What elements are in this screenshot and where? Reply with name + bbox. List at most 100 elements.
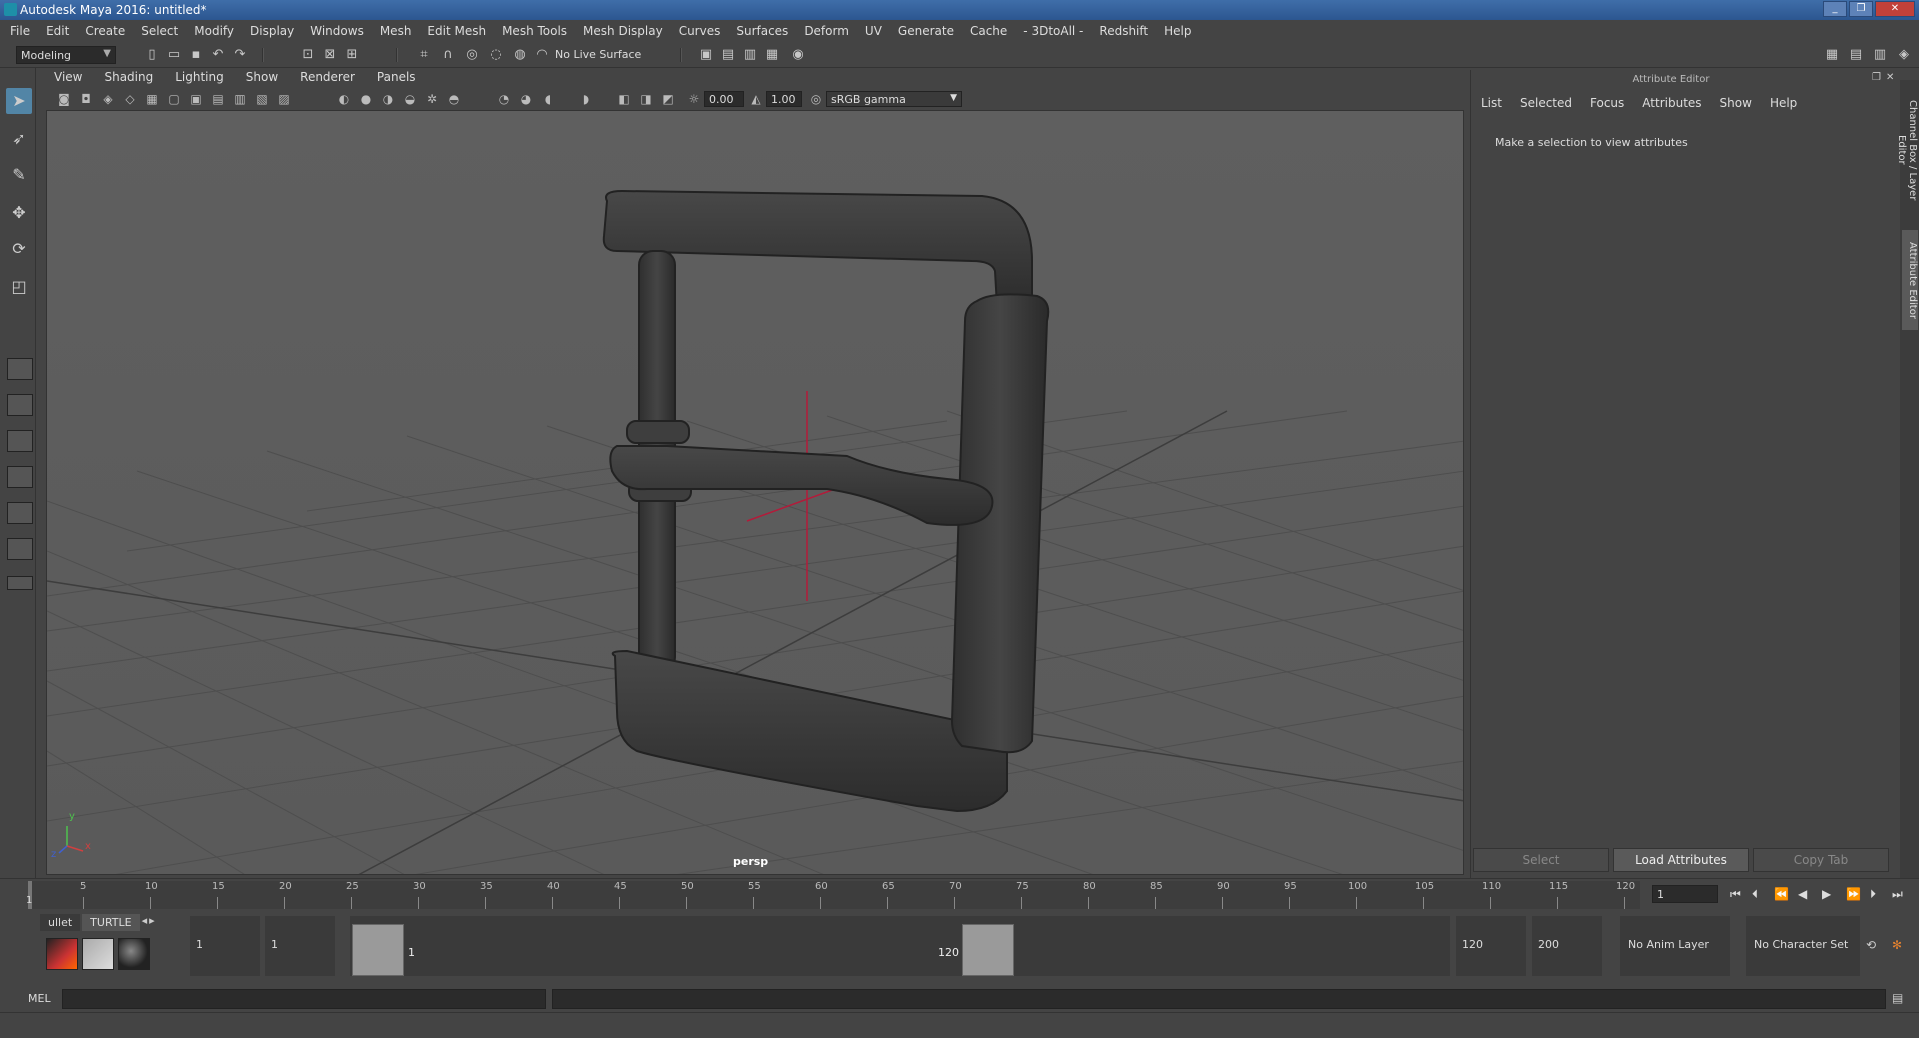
exposure-icon[interactable]: ☼ (686, 91, 702, 107)
copy-tab-button[interactable]: Copy Tab (1753, 848, 1889, 872)
menu-curves[interactable]: Curves (679, 24, 721, 38)
isolate-select-icon[interactable]: ◗ (578, 91, 594, 107)
render-view-icon[interactable]: ▣ (698, 48, 714, 62)
color-management-icon[interactable]: ◎ (808, 91, 824, 107)
menu-uv[interactable]: UV (865, 24, 882, 38)
viewport-menu-show[interactable]: Show (246, 70, 278, 88)
open-scene-icon[interactable]: ▭ (166, 48, 182, 62)
ipr-render-icon[interactable]: ▥ (742, 48, 758, 62)
step-forward-key-icon[interactable]: ⏩ (1846, 887, 1861, 901)
image-plane-icon[interactable]: ◇ (122, 91, 138, 107)
gamma-field[interactable]: 1.00 (766, 91, 802, 107)
menu-redshift[interactable]: Redshift (1099, 24, 1148, 38)
menu-help[interactable]: Help (1164, 24, 1191, 38)
persp-outliner-layout-icon[interactable] (7, 430, 33, 452)
safe-action-icon[interactable]: ▧ (254, 91, 270, 107)
step-back-frame-icon[interactable]: ⏴ (1752, 887, 1758, 902)
menu-mesh-display[interactable]: Mesh Display (583, 24, 663, 38)
go-to-end-icon[interactable]: ⏭ (1892, 887, 1903, 902)
anti-aliasing-icon[interactable]: ◖ (540, 91, 556, 107)
minimize-button[interactable]: _ (1823, 1, 1847, 17)
play-forwards-icon[interactable]: ▶ (1822, 887, 1831, 901)
shelf-tab-bullet[interactable]: ullet (40, 914, 81, 931)
menu-file[interactable]: File (10, 24, 30, 38)
menu-deform[interactable]: Deform (804, 24, 849, 38)
character-set-dropdown[interactable]: No Character Set (1746, 916, 1860, 976)
gate-mask-icon[interactable]: ▤ (210, 91, 226, 107)
attr-menu-list[interactable]: List (1481, 96, 1502, 110)
attr-menu-focus[interactable]: Focus (1590, 96, 1624, 110)
redo-icon[interactable]: ↷ (232, 48, 248, 62)
float-panel-icon[interactable]: ❐ (1872, 72, 1881, 83)
scene-start-field[interactable]: 1 (190, 916, 260, 976)
perspective-viewport[interactable]: y x z (46, 110, 1464, 875)
select-tool-icon[interactable]: ➤ (6, 88, 32, 114)
playback-end-field[interactable]: 120 (1456, 916, 1526, 976)
time-slider[interactable]: 5 10 15 20 25 30 35 40 45 50 55 60 65 70… (0, 878, 1919, 910)
persp-graph-layout-icon[interactable] (7, 466, 33, 488)
make-live-icon[interactable]: ◠ (534, 48, 550, 62)
close-panel-icon[interactable]: ✕ (1886, 72, 1894, 83)
snap-view-icon[interactable]: ◌ (488, 48, 504, 62)
attr-menu-attributes[interactable]: Attributes (1642, 96, 1701, 110)
select-component-icon[interactable]: ⊞ (344, 48, 360, 62)
select-hierarchy-icon[interactable]: ⊡ (300, 48, 316, 62)
modeling-toolkit-icon[interactable]: ▦ (1824, 48, 1840, 62)
mel-input[interactable] (62, 989, 546, 1009)
range-slider-track[interactable]: 1 120 (350, 916, 1450, 976)
color-space-dropdown[interactable]: sRGB gamma ▼ (826, 91, 962, 107)
paint-select-tool-icon[interactable]: ✎ (6, 162, 32, 188)
play-backwards-icon[interactable]: ◀ (1798, 887, 1807, 901)
snap-surface-icon[interactable]: ◍ (512, 48, 528, 62)
viewport-menu-renderer[interactable]: Renderer (300, 70, 355, 88)
safe-title-icon[interactable]: ▨ (276, 91, 292, 107)
menu-mesh[interactable]: Mesh (380, 24, 412, 38)
tool-settings-icon[interactable]: ▥ (1872, 48, 1888, 62)
close-button[interactable]: ✕ (1875, 1, 1915, 17)
snap-curve-icon[interactable]: ∩ (440, 48, 456, 62)
menu-create[interactable]: Create (85, 24, 125, 38)
auto-key-icon[interactable]: ⟲ (1866, 938, 1876, 952)
mel-label[interactable]: MEL (28, 992, 51, 1005)
attr-menu-selected[interactable]: Selected (1520, 96, 1572, 110)
viewport-menu-shading[interactable]: Shading (104, 70, 153, 88)
shelf-scroll-left-icon[interactable]: ◂ (142, 914, 148, 931)
go-to-start-icon[interactable]: ⏮ (1730, 887, 1741, 902)
wireframe-icon[interactable]: ◐ (336, 91, 352, 107)
range-end-handle[interactable] (962, 924, 1014, 976)
undo-icon[interactable]: ↶ (210, 48, 226, 62)
four-view-layout-icon[interactable] (7, 394, 33, 416)
menu-3dtoall[interactable]: - 3DtoAll - (1023, 24, 1083, 38)
load-attributes-button[interactable]: Load Attributes (1613, 848, 1749, 872)
bookmark-icon[interactable]: ◈ (100, 91, 116, 107)
menu-select[interactable]: Select (141, 24, 178, 38)
outliner-layout-icon[interactable] (7, 502, 33, 524)
render-settings-icon[interactable]: ▦ (764, 48, 780, 62)
hypershade-icon[interactable]: ◉ (790, 48, 806, 62)
channel-box-tab[interactable]: Channel Box / Layer Editor (1896, 80, 1918, 220)
render-frame-icon[interactable]: ▤ (720, 48, 736, 62)
film-gate-icon[interactable]: ▢ (166, 91, 182, 107)
step-forward-frame-icon[interactable]: ⏵ (1870, 887, 1876, 902)
lasso-tool-icon[interactable]: ➶ (6, 126, 32, 152)
shelf-tab-turtle[interactable]: TURTLE (82, 914, 140, 931)
menu-surfaces[interactable]: Surfaces (736, 24, 788, 38)
move-tool-icon[interactable]: ✥ (6, 200, 32, 226)
hypershade-layout-icon[interactable] (7, 538, 33, 560)
current-frame-field[interactable]: 1 (1652, 885, 1718, 903)
shelf-scroll-right-icon[interactable]: ▸ (149, 914, 155, 931)
playback-start-field[interactable]: 1 (265, 916, 335, 976)
turtle-surface-icon[interactable] (118, 938, 150, 970)
scale-tool-icon[interactable]: ◰ (6, 274, 32, 300)
collapse-toolbox-icon[interactable] (7, 576, 33, 590)
channel-box-toggle-icon[interactable]: ◈ (1896, 48, 1912, 62)
menu-display[interactable]: Display (250, 24, 294, 38)
gamma-icon[interactable]: ◭ (748, 91, 764, 107)
menu-edit[interactable]: Edit (46, 24, 69, 38)
xray-components-icon[interactable]: ◩ (660, 91, 676, 107)
viewport-menu-lighting[interactable]: Lighting (175, 70, 224, 88)
menu-cache[interactable]: Cache (970, 24, 1007, 38)
motion-blur-icon[interactable]: ◕ (518, 91, 534, 107)
viewport-menu-panels[interactable]: Panels (377, 70, 416, 88)
ambient-occlusion-icon[interactable]: ◔ (496, 91, 512, 107)
